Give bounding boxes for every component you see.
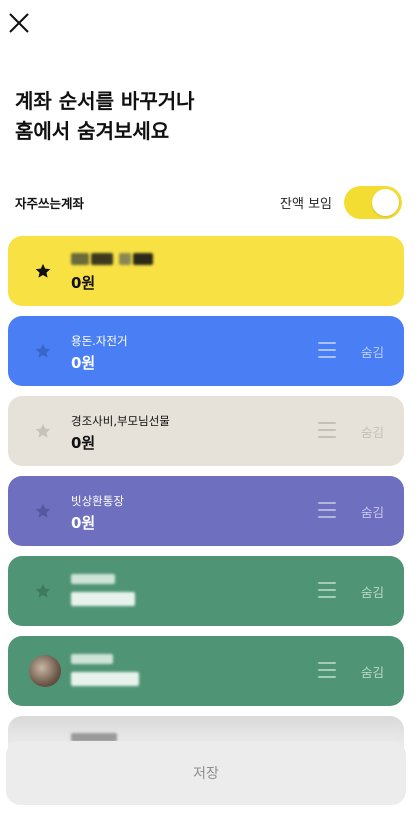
- star-icon[interactable]: [34, 582, 52, 600]
- balance-toggle-group: 잔액 보임: [280, 185, 402, 219]
- account-card[interactable]: 숨김: [8, 636, 404, 706]
- redacted-account-amount: [71, 592, 135, 606]
- account-name: 빗상환통장: [71, 494, 124, 508]
- hide-account-button[interactable]: 숨김: [361, 662, 384, 681]
- account-card[interactable]: 용돈.자전거 0원 숨김: [8, 316, 404, 386]
- redacted-account-amount: [71, 672, 139, 686]
- account-card[interactable]: 빗상환통장 0원 숨김: [8, 476, 404, 546]
- balance-visibility-toggle[interactable]: [344, 185, 402, 219]
- section-header: 자주쓰는계좌 잔액 보임: [15, 184, 402, 220]
- account-name: [71, 253, 153, 268]
- account-amount: 0원: [71, 274, 96, 292]
- page-title-line-1: 계좌 순서를 바꾸거나: [15, 89, 195, 113]
- drag-handle-icon[interactable]: [318, 662, 336, 678]
- balance-toggle-label: 잔액 보임: [280, 196, 332, 212]
- star-icon[interactable]: [34, 502, 52, 520]
- hide-account-button[interactable]: 숨김: [361, 582, 384, 601]
- page-title: 계좌 순서를 바꾸거나 홈에서 숨겨보세요: [15, 86, 195, 146]
- account-card[interactable]: 경조사비,부모님선물 0원 숨김: [8, 396, 404, 466]
- account-card[interactable]: 숨김: [8, 556, 404, 626]
- drag-handle-icon[interactable]: [318, 422, 336, 438]
- hide-account-button[interactable]: 숨김: [361, 502, 384, 521]
- close-button[interactable]: [6, 10, 32, 36]
- star-icon[interactable]: [34, 262, 52, 280]
- account-name: [71, 573, 115, 587]
- toggle-knob: [372, 188, 399, 216]
- redacted-account-name: [71, 253, 89, 265]
- account-amount: 0원: [71, 354, 96, 372]
- account-name: 용돈.자전거: [71, 334, 128, 348]
- account-amount: 0원: [71, 434, 96, 452]
- account-amount: 0원: [71, 514, 96, 532]
- star-icon[interactable]: [34, 342, 52, 360]
- save-button[interactable]: 저장: [6, 741, 406, 805]
- close-icon: [9, 13, 29, 33]
- drag-handle-icon[interactable]: [318, 502, 336, 518]
- account-name: 경조사비,부모님선물: [71, 414, 170, 428]
- account-card[interactable]: 0원: [8, 236, 404, 306]
- redacted-account-name: [71, 654, 113, 664]
- avatar: [29, 655, 61, 687]
- star-icon[interactable]: [34, 422, 52, 440]
- section-label: 자주쓰는계좌: [15, 195, 85, 211]
- hide-account-button[interactable]: 숨김: [361, 342, 384, 361]
- hide-account-button[interactable]: 숨김: [361, 422, 384, 441]
- page-title-line-2: 홈에서 숨겨보세요: [15, 119, 170, 143]
- redacted-account-name: [71, 574, 115, 584]
- account-amount: [71, 672, 139, 690]
- drag-handle-icon[interactable]: [318, 582, 336, 598]
- account-name: [71, 653, 113, 667]
- save-button-label: 저장: [193, 766, 219, 782]
- account-amount: [71, 592, 135, 610]
- drag-handle-icon[interactable]: [318, 342, 336, 358]
